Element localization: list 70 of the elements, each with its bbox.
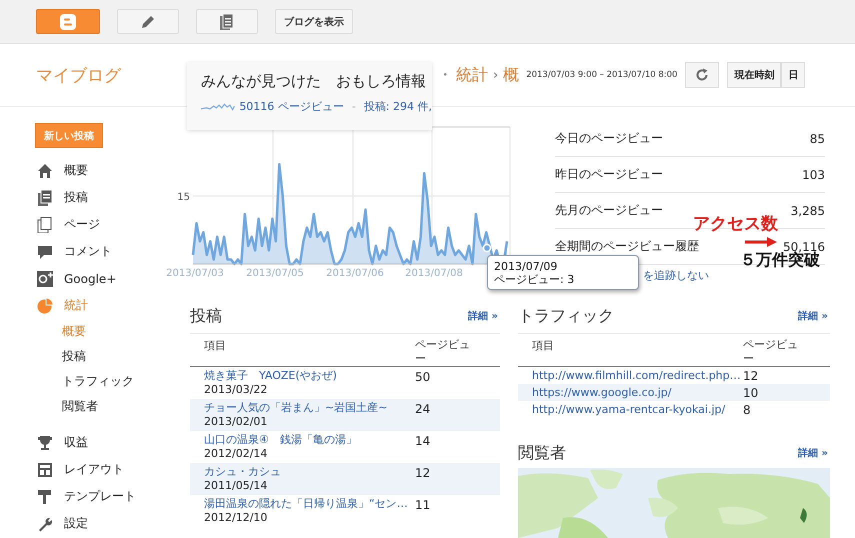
column-header: ページビュー [743,338,799,366]
tooltip-date: 2013/07/09 [494,260,558,272]
breadcrumb-separator: ・ [437,64,453,86]
section-title: トラフィック [518,306,614,326]
post-link[interactable]: 湯田温泉の隠れた「日帰り温泉」“セン… [204,497,415,511]
section-title: 投稿 [190,306,222,326]
nav-item[interactable]: 設定 [35,510,165,537]
pageview-count: 12 [415,465,430,482]
x-axis-label: 2013/07/05 [246,268,304,279]
range-button[interactable]: 日 [781,62,806,88]
stat-label: 昨日のページビュー [555,166,663,183]
annotation-text: アクセス数 [693,213,778,235]
nav-item[interactable]: ページ [35,211,165,238]
post-date: 2013/02/01 [204,415,268,429]
column-header: ページビュー [415,338,471,366]
separator-dash: - [352,100,356,113]
nav-item[interactable]: 概要 [35,157,165,184]
x-axis-label: 2013/07/08 [405,268,463,279]
x-axis-label: 2013/07/03 [166,268,224,279]
nav-subitem[interactable]: 投稿 [35,344,165,369]
pageview-count: 8 [743,402,751,418]
pageview-count: 12 [743,368,758,384]
referrer-link[interactable]: https://www.google.co.jp/ [518,386,743,399]
stat-label: 先月のページビュー [555,202,663,219]
view-blog-button[interactable]: ブログを表示 [275,9,353,34]
post-date: 2012/12/10 [204,511,268,525]
nav-item[interactable]: テンプレート [35,483,165,510]
section-title: 閲覧者 [518,442,566,464]
range-button[interactable]: 現在時刻 [727,62,782,88]
stat-value: 103 [802,168,825,182]
nav-item[interactable]: 投稿 [35,184,165,211]
referrer-link[interactable]: http://www.filmhill.com/redirect.php… [518,369,743,382]
posts-link[interactable]: 投稿: 294 件, [364,99,432,114]
popup-title: みんなが見つけた おもしろ情報 [201,72,427,91]
post-link[interactable]: カシュ・カシュ [204,465,415,479]
post-date: 2012/02/14 [204,447,268,461]
pageview-count: 24 [415,401,430,418]
x-axis-label: 2013/07/06 [326,268,384,279]
post-link[interactable]: 山口の温泉④ 銭湯「亀の湯」 [204,433,415,447]
nav-subitem[interactable]: 閲覧者 [35,394,165,419]
tracking-link[interactable]: を追跡しない [643,269,709,282]
post-link[interactable]: チョー人気の「岩まん」~岩国土産~ [204,401,415,415]
pageview-count: 50 [415,369,430,386]
details-link[interactable]: 詳細 » [798,309,828,323]
referrer-link[interactable]: http://www.yama-rentcar-kyokai.jp/ [518,403,743,416]
nav-item[interactable]: レイアウト [35,456,165,483]
pageviews-link[interactable]: 50116 ページビュー [239,99,344,114]
nav-item[interactable]: 収益 [35,429,165,456]
post-date: 2013/03/22 [204,383,268,397]
column-header: 項目 [531,338,555,354]
stat-label: 全期間のページビュー履歴 [555,238,699,255]
y-axis-label: 15 [177,192,190,203]
post-date: 2011/05/14 [204,479,268,493]
pageview-count: 10 [743,384,758,400]
stat-label: 今日のページビュー [555,130,663,147]
pageview-count: 11 [415,497,430,514]
tooltip-value: ページビュー: 3 [494,272,576,286]
blog-title: マイブログ [36,64,121,86]
post-link[interactable]: 焼き菓子 YAOZE(やおぜ) [204,369,415,383]
nav-subitem[interactable]: トラフィック [35,369,165,394]
nav-item[interactable]: コメント [35,238,165,265]
nav-item[interactable]: Google+ [35,265,165,292]
details-link[interactable]: 詳細 » [468,309,498,323]
stat-value: 3,285 [790,204,825,218]
breadcrumb-separator: › [493,68,498,82]
column-header: 項目 [203,338,227,354]
pageview-count: 14 [415,433,430,450]
stat-value: 85 [810,132,825,146]
details-link[interactable]: 詳細 » [798,446,828,460]
date-range: 2013/07/03 9:00 – 2013/07/10 8:00 [526,70,678,80]
